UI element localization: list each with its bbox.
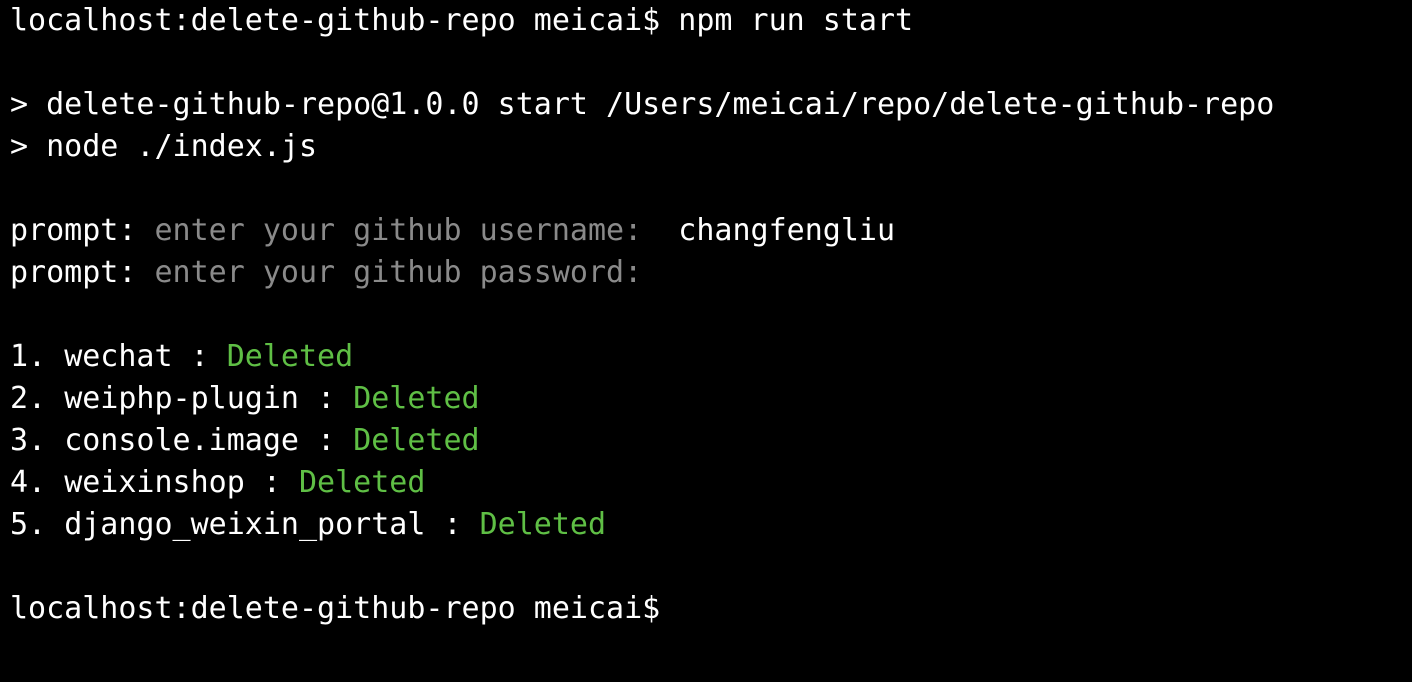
result-line: 3. console.image : Deleted [10, 420, 1412, 462]
prompt-label: prompt: [10, 213, 137, 248]
result-index: 1. [10, 339, 47, 374]
prompt-line-username: prompt: enter your github username: chan… [10, 210, 1412, 252]
shell-prompt: localhost:delete-github-repo meicai$ [10, 3, 661, 38]
prompt-question: enter your github password: [154, 255, 643, 290]
final-prompt-line[interactable]: localhost:delete-github-repo meicai$ [10, 588, 1412, 630]
repo-name: weixinshop [64, 465, 245, 500]
command-line: localhost:delete-github-repo meicai$ npm… [10, 0, 1412, 42]
npm-header-line: > node ./index.js [10, 129, 318, 164]
status-deleted: Deleted [226, 339, 354, 374]
result-index: 4. [10, 465, 47, 500]
result-separator: : [317, 381, 336, 416]
shell-prompt: localhost:delete-github-repo meicai$ [10, 591, 661, 626]
result-line: 4. weixinshop : Deleted [10, 462, 1412, 504]
terminal-window[interactable]: localhost:delete-github-repo meicai$ npm… [0, 0, 1412, 682]
npm-header-line: > delete-github-repo@1.0.0 start /Users/… [10, 87, 1275, 122]
result-index: 3. [10, 423, 47, 458]
command-text: npm run start [678, 3, 914, 38]
result-line: 1. wechat : Deleted [10, 336, 1412, 378]
repo-name: weiphp-plugin [64, 381, 299, 416]
prompt-label: prompt: [10, 255, 137, 290]
result-separator: : [190, 339, 209, 374]
repo-name: console.image [64, 423, 299, 458]
repo-name: wechat [64, 339, 173, 374]
prompt-question: enter your github username: [154, 213, 643, 248]
status-deleted: Deleted [299, 465, 426, 500]
result-index: 2. [10, 381, 47, 416]
result-index: 5. [10, 507, 47, 542]
prompt-answer: changfengliu [678, 213, 896, 248]
result-separator: : [443, 507, 462, 542]
status-deleted: Deleted [479, 507, 607, 542]
result-separator: : [262, 465, 281, 500]
prompt-line-password: prompt: enter your github password: [10, 252, 1412, 294]
result-line: 5. django_weixin_portal : Deleted [10, 504, 1412, 546]
repo-name: django_weixin_portal [64, 507, 426, 542]
result-separator: : [317, 423, 336, 458]
status-deleted: Deleted [353, 381, 480, 416]
result-line: 2. weiphp-plugin : Deleted [10, 378, 1412, 420]
status-deleted: Deleted [353, 423, 480, 458]
